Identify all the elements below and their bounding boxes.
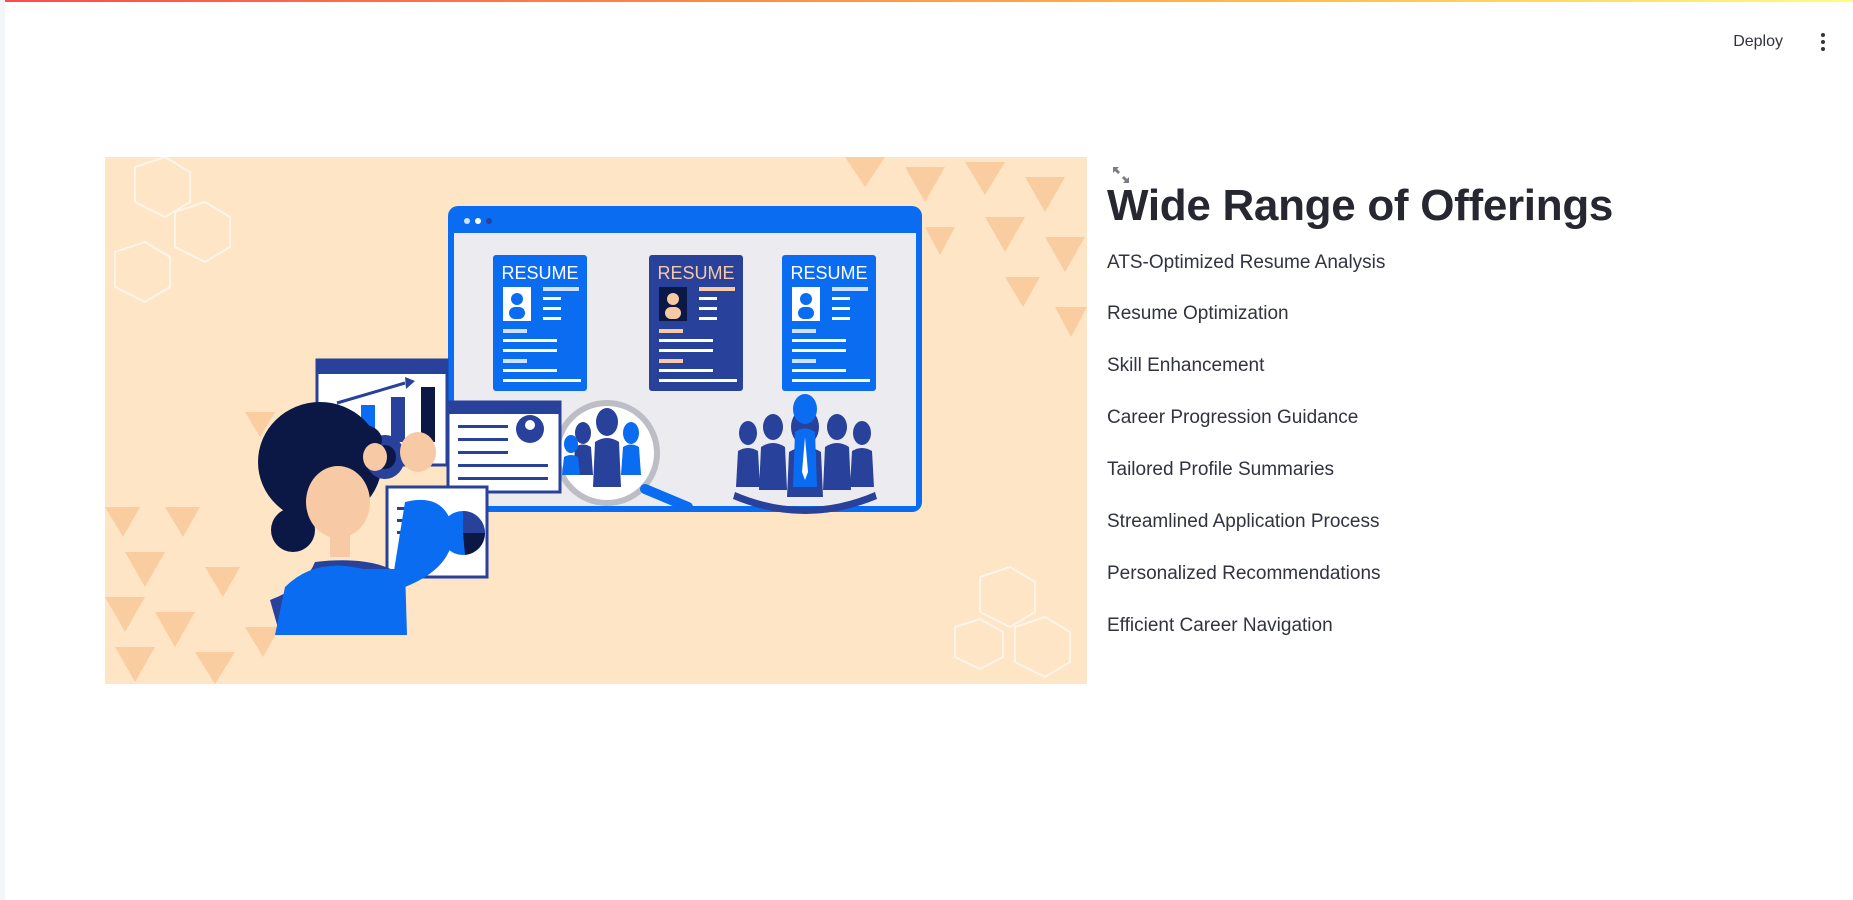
list-item: Personalized Recommendations (1107, 563, 1381, 584)
list-item: Skill Enhancement (1107, 355, 1265, 376)
resume-label-1: RESUME (501, 263, 578, 283)
list-item: Resume Optimization (1107, 303, 1289, 324)
kebab-menu-icon[interactable] (1813, 27, 1833, 57)
app-toolbar: Deploy (1729, 27, 1833, 57)
hero-illustration: RESUME RESUME RESUME (105, 155, 1087, 684)
page-title: Wide Range of Offerings (1107, 181, 1614, 230)
resume-label-2: RESUME (657, 263, 734, 283)
list-item: Tailored Profile Summaries (1107, 459, 1335, 480)
list-item: Career Progression Guidance (1107, 407, 1359, 428)
resume-label-3: RESUME (790, 263, 867, 283)
list-item: Streamlined Application Process (1107, 511, 1380, 532)
hr-illustration-graphic: RESUME RESUME RESUME (105, 155, 1087, 684)
offerings-list: ATS-Optimized Resume Analysis Resume Opt… (1107, 248, 1807, 652)
list-item: ATS-Optimized Resume Analysis (1107, 252, 1386, 273)
deploy-button[interactable]: Deploy (1729, 27, 1787, 57)
list-item: Efficient Career Navigation (1107, 615, 1333, 636)
top-decoration-bar (0, 0, 1853, 2)
left-edge-divider (0, 0, 5, 900)
offerings-section: Wide Range of Offerings ATS-Optimized Re… (1107, 176, 1807, 652)
